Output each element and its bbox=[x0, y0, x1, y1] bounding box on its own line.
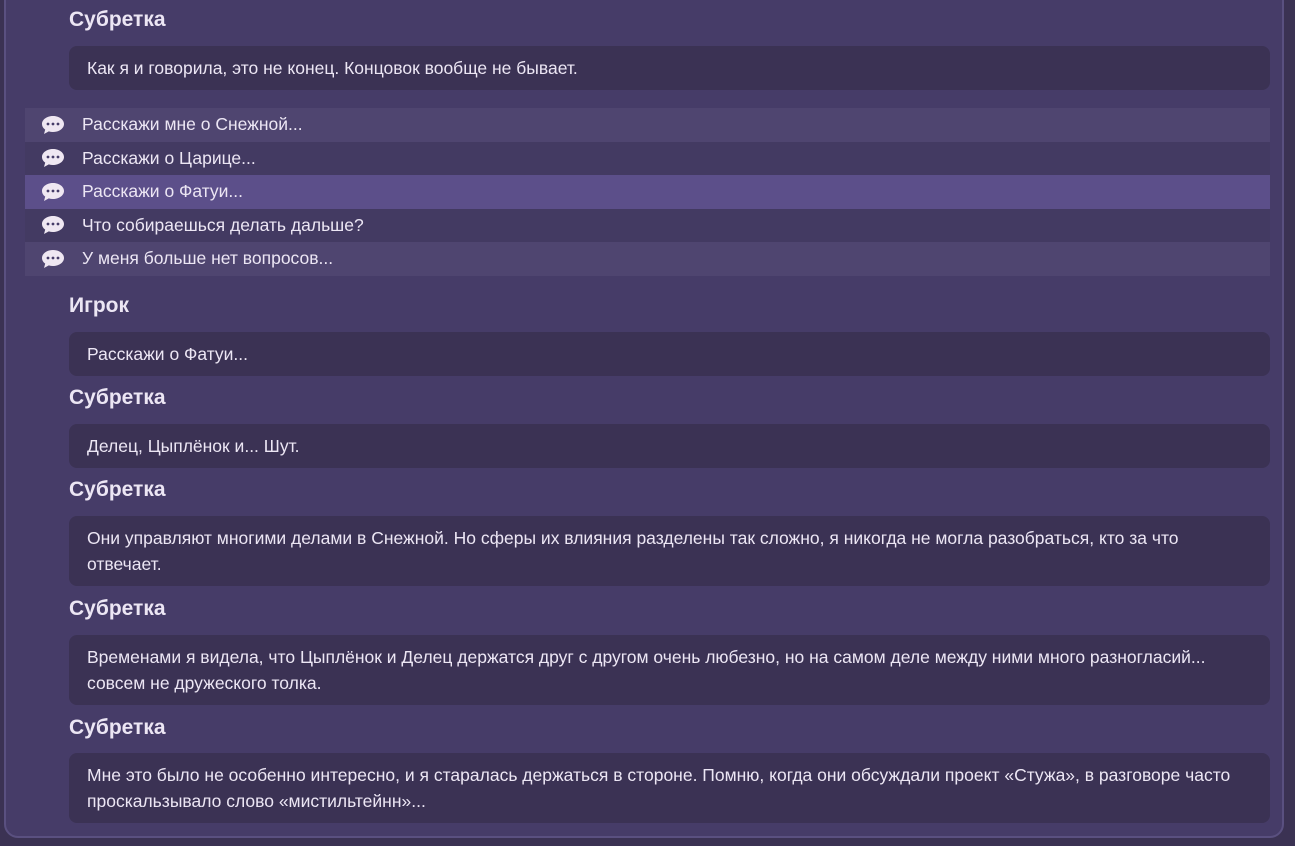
choice-option[interactable]: Расскажи о Царице... bbox=[25, 141, 1270, 175]
speech-bubble-icon bbox=[42, 249, 64, 268]
dialog-bubble: Временами я видела, что Цыплёнок и Делец… bbox=[69, 635, 1270, 705]
choice-option[interactable]: Расскажи мне о Снежной... bbox=[25, 108, 1270, 142]
speaker-name: Субретка bbox=[69, 716, 166, 739]
choice-label: Расскажи мне о Снежной... bbox=[82, 114, 303, 135]
speaker-name: Субретка bbox=[69, 597, 166, 620]
choice-option[interactable]: У меня больше нет вопросов... bbox=[25, 242, 1270, 276]
dialog-choices: Расскажи мне о Снежной... Расскажи о Цар… bbox=[25, 108, 1270, 276]
speaker-name: Субретка bbox=[69, 386, 166, 409]
choice-label: Расскажи о Царице... bbox=[82, 147, 256, 168]
dialog-bubble: Расскажи о Фатуи... bbox=[69, 332, 1270, 376]
choice-label: Расскажи о Фатуи... bbox=[82, 181, 244, 202]
dialog-bubble: Мне это было не особенно интересно, и я … bbox=[69, 753, 1270, 823]
speaker-name: Субретка bbox=[69, 478, 166, 501]
dialog-log-panel: Субретка Как я и говорила, это не конец.… bbox=[4, 0, 1284, 838]
speech-bubble-icon bbox=[42, 149, 64, 168]
choice-label: Что собираешься делать дальше? bbox=[82, 214, 364, 235]
choice-option-selected[interactable]: Расскажи о Фатуи... bbox=[25, 175, 1270, 209]
dialog-bubble: Как я и говорила, это не конец. Концовок… bbox=[69, 46, 1270, 90]
dialog-bubble: Делец, Цыплёнок и... Шут. bbox=[69, 424, 1270, 468]
speaker-name: Субретка bbox=[69, 8, 166, 31]
speech-bubble-icon bbox=[42, 182, 64, 201]
choice-label: У меня больше нет вопросов... bbox=[82, 248, 334, 269]
speech-bubble-icon bbox=[42, 115, 64, 134]
speech-bubble-icon bbox=[42, 216, 64, 235]
choice-option[interactable]: Что собираешься делать дальше? bbox=[25, 208, 1270, 242]
dialog-bubble: Они управляют многими делами в Снежной. … bbox=[69, 516, 1270, 586]
speaker-name: Игрок bbox=[69, 294, 130, 317]
